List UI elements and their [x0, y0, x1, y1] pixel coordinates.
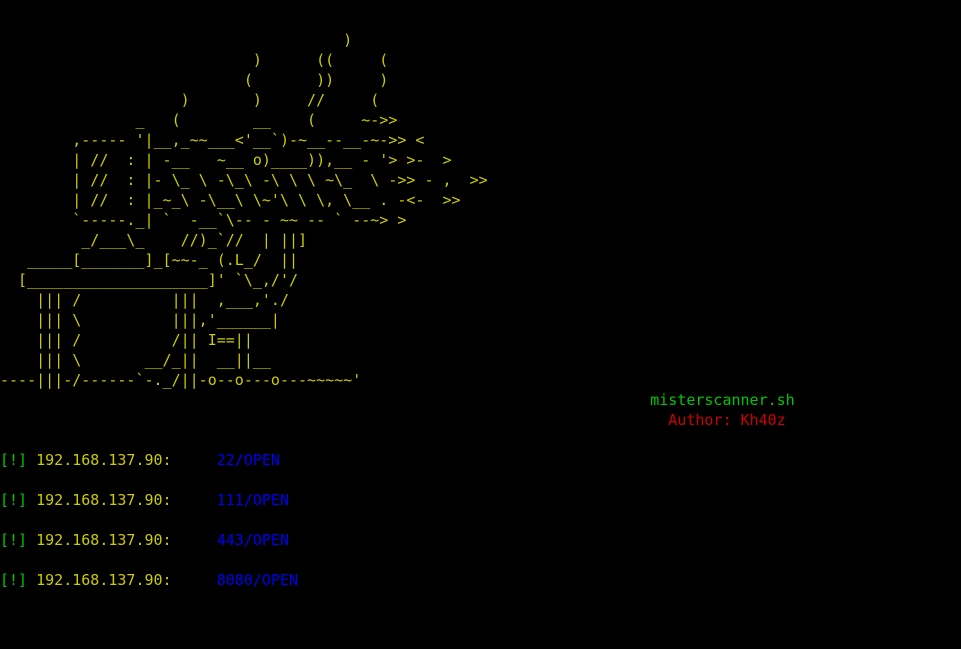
ascii-art-banner: ) ) (( ( ( )) ) ) ) // ( _ ( __ ( ~->> ,…	[0, 30, 961, 390]
port-status: 111/OPEN	[216, 491, 289, 509]
ascii-art-line: _ ( __ ( ~->>	[0, 111, 398, 129]
ascii-art-line: | // : |_~_\ -\__\ \~'\ \ \, \__ . -<- >…	[0, 191, 461, 209]
host-address: 192.168.137.90:	[36, 451, 172, 469]
author-credit: Author: Kh40z	[668, 411, 786, 429]
ascii-art-line: `-----._| ` -__`\-- - ~~ -- ` --~> >	[0, 211, 407, 229]
ascii-art-line: ----|||-/------`-._/||-o--o---o---~~~~~'	[0, 371, 362, 389]
ascii-art-line: ||| \ __/_|| __||__	[0, 351, 271, 369]
scan-result-row: [!] 192.168.137.90: 443/OPEN	[0, 530, 961, 550]
host-address: 192.168.137.90:	[36, 491, 172, 509]
alert-marker: [!]	[0, 571, 28, 589]
scan-result-row: [!] 192.168.137.90: 22/OPEN	[0, 450, 961, 470]
ascii-art-line: ) ) // (	[0, 91, 380, 109]
ascii-art-line: _____[_______]_[~~-_ (.L_/ ||	[0, 251, 299, 269]
scan-result-row: [!] 192.168.137.90: 8080/OPEN	[0, 570, 961, 590]
ascii-art-line: ( )) )	[0, 71, 389, 89]
port-status: 443/OPEN	[216, 531, 289, 549]
scan-result-row: [!] 192.168.137.90: 111/OPEN	[0, 490, 961, 510]
ascii-art-line: | // : | -__ ~__ o)____)),__ - '> >- >	[0, 151, 452, 169]
script-name: misterscanner.sh	[650, 391, 795, 409]
author-line: Author: Kh40z	[0, 410, 961, 430]
alert-marker: [!]	[0, 531, 28, 549]
ascii-art-line: ||| / /|| I==||	[0, 331, 253, 349]
ascii-art-line: )	[0, 31, 353, 49]
terminal-window: ) ) (( ( ( )) ) ) ) // ( _ ( __ ( ~->> ,…	[0, 30, 961, 649]
host-address: 192.168.137.90:	[36, 571, 172, 589]
alert-marker: [!]	[0, 451, 28, 469]
ascii-art-line: ||| / ||| ,___,'./	[0, 291, 289, 309]
ascii-art-line: [____________________]' `\_,/'/	[0, 271, 299, 289]
ascii-art-line: _/___\_ //)_`// | ||]	[0, 231, 308, 249]
ascii-art-line: ||| \ |||,'______|	[0, 311, 280, 329]
script-name-line: misterscanner.sh	[0, 390, 961, 410]
ascii-art-line: ) (( (	[0, 51, 389, 69]
port-status: 22/OPEN	[216, 451, 280, 469]
ascii-art-line: | // : |- \_ \ -\_\ -\ \ \ ~\_ \ ->> - ,…	[0, 171, 488, 189]
alert-marker: [!]	[0, 491, 28, 509]
port-status: 8080/OPEN	[216, 571, 299, 589]
host-address: 192.168.137.90:	[36, 531, 172, 549]
ascii-art-line: ,----- '|__,_~~___<'__`)-~__--__-~->> <	[0, 131, 425, 149]
